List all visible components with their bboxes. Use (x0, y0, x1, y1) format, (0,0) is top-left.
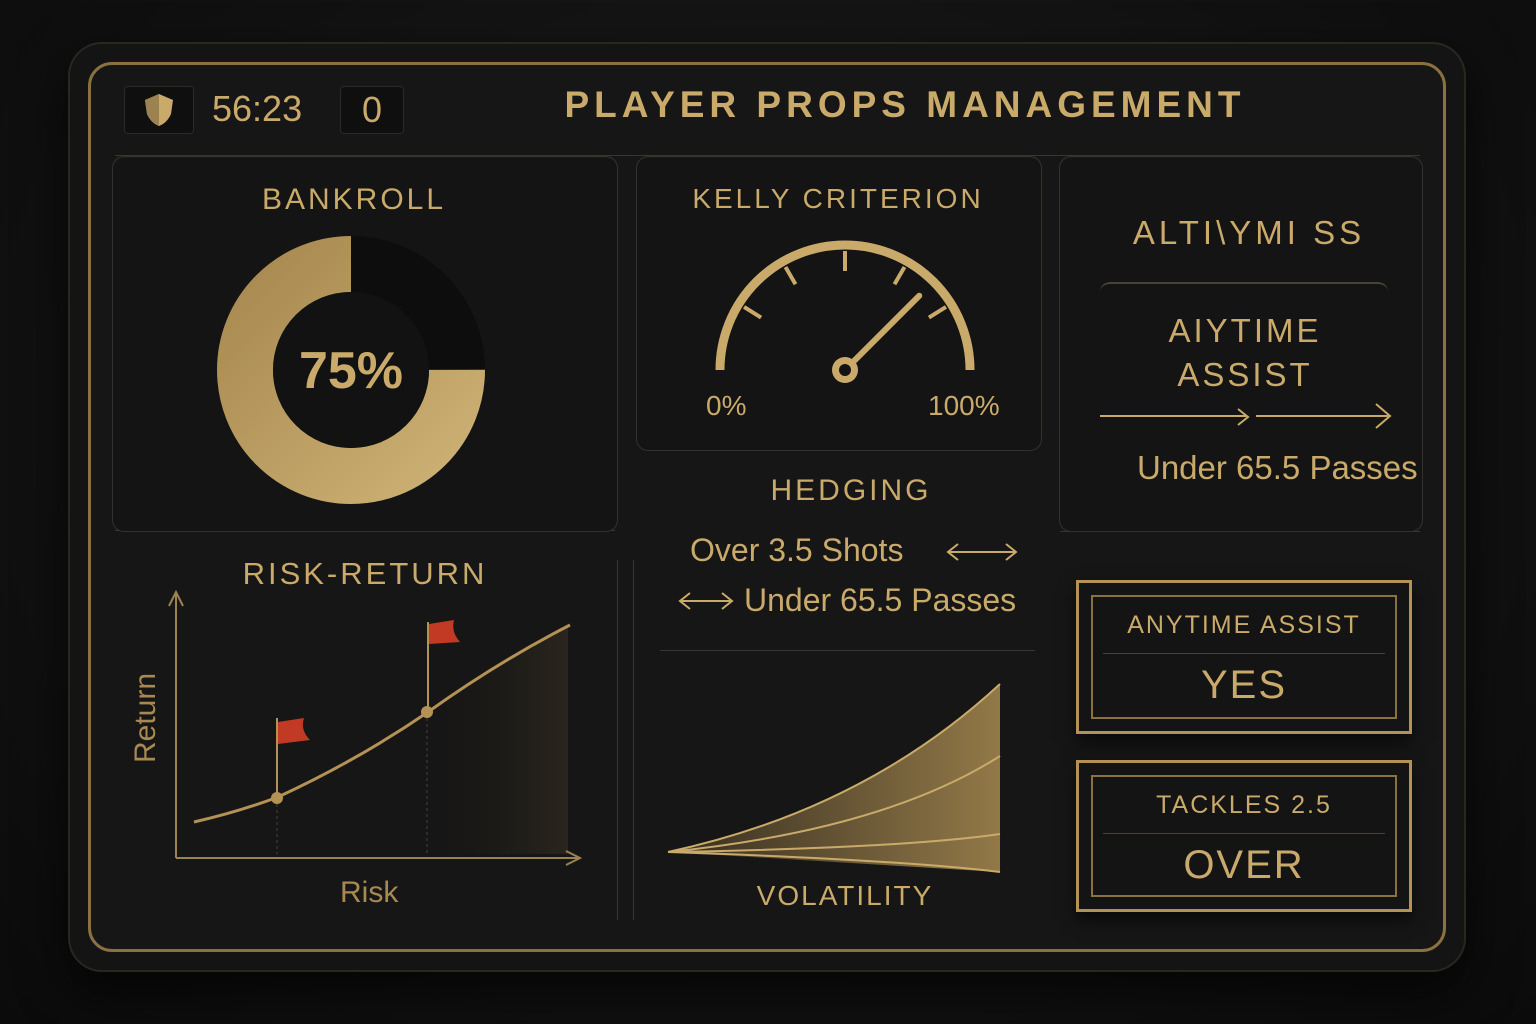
bankroll-label: BANKROLL (261, 183, 447, 216)
column-divider-left (617, 560, 618, 920)
card-selection: YES (1200, 663, 1288, 707)
double-arrow-icon (678, 592, 734, 610)
flag-icon (429, 620, 460, 644)
double-arrow-icon (946, 543, 1018, 561)
hedging-label: HEDGING (770, 474, 932, 507)
page-title: PLAYER PROPS MANAGEMENT (564, 84, 1246, 125)
alt-panel-rule (1100, 282, 1388, 294)
score-display: 0 (340, 86, 404, 134)
card-divider (1103, 833, 1385, 834)
gauge-tick (927, 305, 947, 320)
gauge-tick (743, 305, 763, 320)
chart-shaded-area (428, 626, 568, 854)
risk-axis-label: Risk (340, 876, 399, 909)
kelly-gauge (715, 240, 975, 383)
gauge-tick (783, 265, 798, 286)
alt-panel-line2: ASSIST (1177, 356, 1313, 393)
hedging-line2: Under 65.5 Passes (744, 582, 1017, 618)
shield-icon (145, 94, 173, 126)
card-title: ANYTIME ASSIST (1127, 611, 1361, 639)
double-arrow-icon (1100, 403, 1392, 429)
bankroll-donut: 75% (217, 236, 485, 504)
card-title: TACKLES 2.5 (1156, 791, 1332, 819)
hedging-line1: Over 3.5 Shots (690, 532, 904, 568)
gauge-needle (842, 292, 923, 373)
column-divider-left-2 (633, 560, 634, 920)
gauge-tick (892, 265, 907, 286)
shield-button[interactable] (124, 86, 194, 134)
gauge-ticks (743, 251, 947, 320)
risk-return-chart (168, 589, 583, 866)
return-axis-label: Return (129, 672, 162, 763)
volatility-chart (667, 683, 1001, 873)
prop-card-anytime-assist[interactable]: ANYTIME ASSIST YES (1076, 580, 1412, 734)
gauge-min-label: 0% (706, 390, 747, 421)
alt-panel-line1: AIYTIME (1168, 312, 1322, 349)
alt-panel-title: ALTI\YMI SS (1132, 214, 1366, 251)
card-divider (1103, 653, 1385, 654)
kelly-label: KELLY CRITERION (692, 183, 984, 214)
score-value: 0 (361, 89, 383, 130)
volatility-fan (668, 684, 1000, 872)
hedging-divider (660, 650, 1035, 651)
card-selection: OVER (1183, 843, 1305, 887)
bankroll-value: 75% (299, 342, 403, 400)
gauge-hub-center (839, 364, 851, 376)
gauge-max-label: 100% (928, 390, 1000, 421)
game-timer: 56:23 (212, 88, 303, 129)
volatility-label: VOLATILITY (756, 880, 934, 911)
flag-icon (278, 718, 310, 744)
prop-card-tackles[interactable]: TACKLES 2.5 OVER (1076, 760, 1412, 912)
alt-panel-subtitle: Under 65.5 Passes (1137, 449, 1418, 486)
